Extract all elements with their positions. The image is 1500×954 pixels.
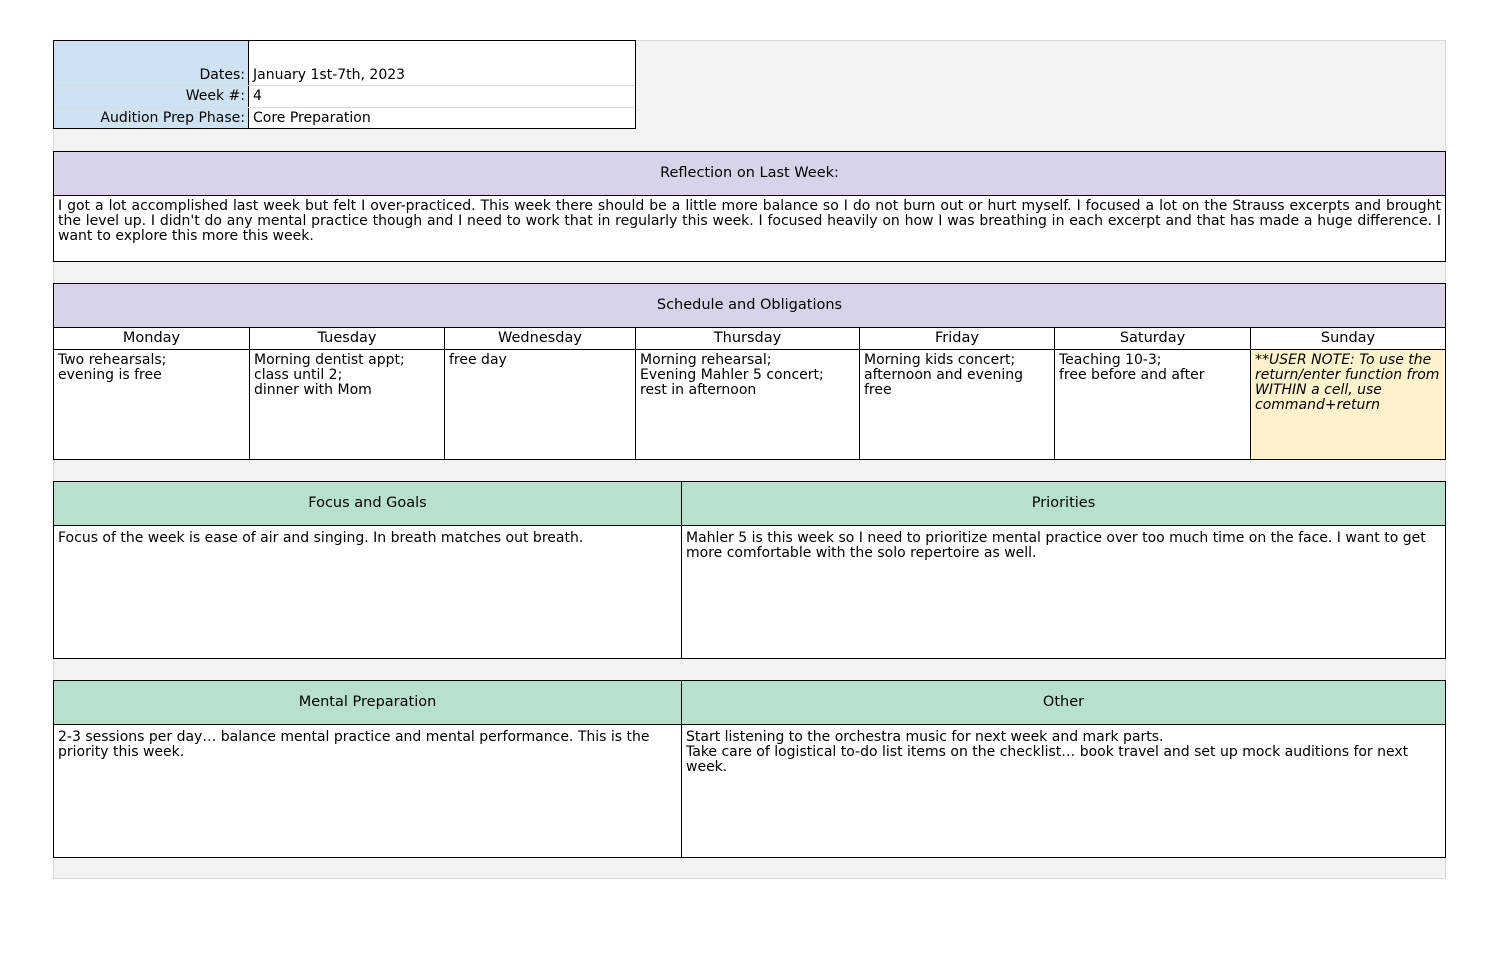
reflection-section: Reflection on Last Week: I got a lot acc… [53, 151, 1446, 262]
day-header-thursday[interactable]: Thursday [636, 328, 860, 350]
mental-other-section: Mental Preparation Other 2-3 sessions pe… [53, 680, 1446, 858]
mental-preparation-text[interactable]: 2-3 sessions per day… balance mental pra… [54, 725, 682, 857]
other-text[interactable]: Start listening to the orchestra music f… [682, 725, 1445, 857]
reflection-text[interactable]: I got a lot accomplished last week but f… [54, 196, 1445, 261]
day-header-monday[interactable]: Monday [54, 328, 250, 350]
day-header-saturday[interactable]: Saturday [1055, 328, 1251, 350]
day-header-sunday[interactable]: Sunday [1251, 328, 1445, 350]
week-number-value[interactable]: 4 [253, 86, 633, 107]
day-header-wednesday[interactable]: Wednesday [445, 328, 636, 350]
day-cell-saturday[interactable]: Teaching 10-3; free before and after [1055, 350, 1251, 459]
week-number-label[interactable]: Week #: [54, 86, 249, 107]
priorities-title[interactable]: Priorities [682, 482, 1445, 526]
prep-phase-value[interactable]: Core Preparation [253, 108, 633, 128]
focus-priorities-section: Focus and Goals Priorities Focus of the … [53, 481, 1446, 659]
mental-preparation-title[interactable]: Mental Preparation [54, 681, 682, 725]
user-note-sunday[interactable]: **USER NOTE: To use the return/enter fun… [1251, 350, 1445, 459]
day-header-tuesday[interactable]: Tuesday [250, 328, 445, 350]
day-header-friday[interactable]: Friday [860, 328, 1055, 350]
priorities-text[interactable]: Mahler 5 is this week so I need to prior… [682, 526, 1445, 658]
focus-goals-title[interactable]: Focus and Goals [54, 482, 682, 526]
schedule-section: Schedule and Obligations Monday Tuesday … [53, 283, 1446, 460]
reflection-title[interactable]: Reflection on Last Week: [54, 152, 1445, 196]
day-cell-wednesday[interactable]: free day [445, 350, 636, 459]
dates-value[interactable]: January 1st-7th, 2023 [253, 66, 633, 85]
day-cell-friday[interactable]: Morning kids concert; afternoon and even… [860, 350, 1055, 459]
day-cell-tuesday[interactable]: Morning dentist appt; class until 2; din… [250, 350, 445, 459]
dates-label[interactable]: Dates: [54, 66, 249, 85]
day-cell-monday[interactable]: Two rehearsals; evening is free [54, 350, 250, 459]
header-info-table: Dates: January 1st-7th, 2023 Week #: 4 A… [53, 40, 636, 129]
focus-goals-text[interactable]: Focus of the week is ease of air and sin… [54, 526, 682, 658]
schedule-title[interactable]: Schedule and Obligations [54, 284, 1445, 328]
other-title[interactable]: Other [682, 681, 1445, 725]
prep-phase-label[interactable]: Audition Prep Phase: [54, 108, 249, 128]
day-cell-thursday[interactable]: Morning rehearsal; Evening Mahler 5 conc… [636, 350, 860, 459]
